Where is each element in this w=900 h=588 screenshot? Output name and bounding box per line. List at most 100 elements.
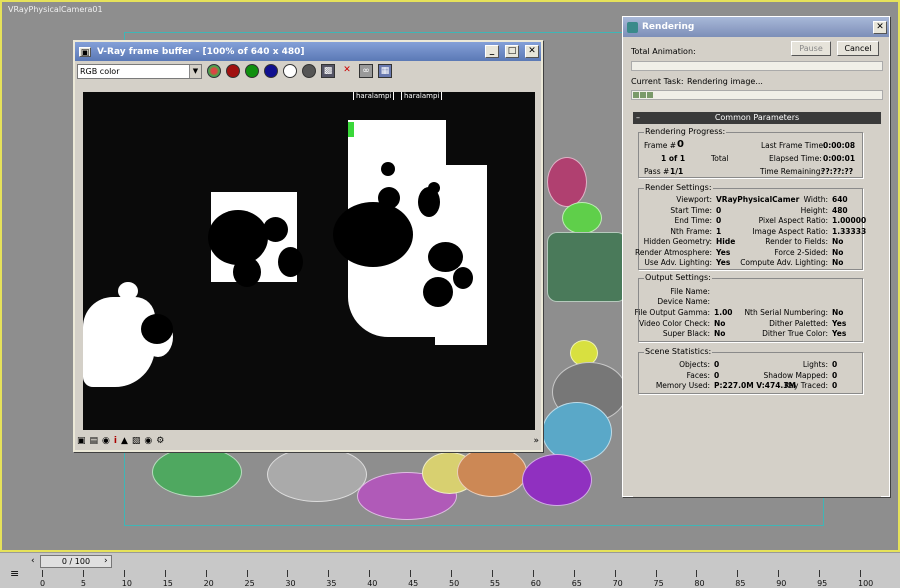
setting-label: Render Atmosphere:: [634, 247, 712, 257]
frame-tick-mark: [205, 570, 207, 577]
frame-tick-mark: [82, 570, 84, 577]
minimize-icon[interactable]: _: [485, 45, 499, 58]
setting-value: 0: [832, 360, 838, 369]
setting-label: Use Adv. Lighting:: [644, 258, 712, 267]
collapse-icon[interactable]: –: [636, 112, 640, 124]
duplicate-icon[interactable]: ∞: [359, 64, 373, 78]
alpha-channel-icon[interactable]: [283, 64, 297, 78]
setting-label: Height:: [800, 205, 828, 215]
common-parameters-header[interactable]: – Common Parameters: [633, 112, 881, 124]
prev-frame-icon[interactable]: ‹: [31, 556, 35, 566]
setting-value: No: [714, 318, 726, 328]
last-frame-time-value: 0:00:08: [823, 141, 856, 150]
vfb-bottom-toolbar: ▣ ▤ ◉ i ▲ ▧ ◉ ⚙ »: [77, 434, 539, 448]
save-icon[interactable]: ▩: [321, 64, 335, 78]
render-canvas[interactable]: haralampi haralampi: [83, 92, 535, 430]
frame-tick-label: 25: [244, 579, 255, 588]
setting-label: Image Aspect Ratio:: [752, 226, 828, 236]
render-occlusion: [381, 162, 395, 176]
scene-statistics-group: Scene Statistics: Objects: 0 Faces: 0 Memory…: [638, 347, 863, 394]
setting-label: Start Time:: [670, 205, 712, 215]
pause-button[interactable]: Pause: [791, 41, 831, 56]
setting-label: Objects:: [679, 360, 710, 369]
rendering-titlebar[interactable]: Rendering ✕: [623, 17, 889, 37]
frame-value: 0: [677, 139, 684, 150]
frame-tick-mark: [369, 570, 371, 577]
rgb-channel-icon[interactable]: [207, 64, 221, 78]
vfb-titlebar[interactable]: ▣ V-Ray frame buffer - [100% of 640 x 48…: [75, 42, 541, 61]
info-icon[interactable]: i: [114, 436, 117, 446]
frame-tick-label: 45: [408, 579, 419, 588]
vfb-title: V-Ray frame buffer - [100% of 640 x 480]: [97, 46, 305, 57]
stereo-icon[interactable]: ◉: [144, 436, 152, 446]
time-remaining-label: Time Remaining:: [760, 167, 824, 176]
time-remaining-value: ??:??:??: [821, 167, 854, 176]
teapot-wireframe: [457, 447, 527, 497]
setting-value: 0: [716, 205, 722, 215]
total-label: Total: [711, 154, 729, 163]
close-icon[interactable]: ✕: [525, 45, 539, 58]
frame-ruler[interactable]: 0 5 10 15 20 25 30 35 40 45 50 55 60 65 70 75 80 85 90 95 10…: [40, 570, 873, 588]
channel-select[interactable]: RGB color ▼: [77, 63, 202, 79]
setting-label: Ray Traced:: [784, 381, 828, 390]
time-slider[interactable]: 0 / 100: [40, 555, 112, 568]
key-mode-icon[interactable]: ≡: [10, 567, 19, 580]
viewport-label[interactable]: VRayPhysicalCamera01: [8, 5, 103, 14]
lens-effects-icon[interactable]: ▲: [121, 436, 128, 446]
render-history-icon[interactable]: ▤: [90, 436, 99, 446]
frame-tick-mark: [328, 570, 330, 577]
setting-label: Faces:: [686, 370, 710, 380]
vray-frame-buffer-window[interactable]: ▣ V-Ray frame buffer - [100% of 640 x 48…: [73, 40, 543, 452]
green-channel-icon[interactable]: [245, 64, 259, 78]
levels-icon[interactable]: ▧: [132, 436, 141, 446]
file-name-label: File Name:: [670, 287, 710, 296]
cancel-button[interactable]: Cancel: [837, 41, 879, 56]
frame-tick-mark: [532, 570, 534, 577]
setting-value: 1: [716, 226, 722, 236]
teapot-wireframe: [547, 157, 587, 207]
teapot-wireframe: [522, 454, 592, 506]
frame-tick-label: 80: [694, 579, 705, 588]
chevron-down-icon[interactable]: ▼: [189, 64, 201, 78]
frame-tick-label: 50: [449, 579, 460, 588]
frame-tick-mark: [819, 570, 821, 577]
settings-icon[interactable]: ⚙: [156, 436, 164, 446]
frame-tick-mark: [860, 570, 861, 577]
render-occlusion: [333, 202, 413, 267]
color-corrections-icon[interactable]: ◉: [102, 436, 110, 446]
render-occlusion: [453, 267, 473, 289]
red-channel-icon[interactable]: [226, 64, 240, 78]
frame-tick-label: 60: [530, 579, 541, 588]
setting-value: 480: [832, 205, 848, 215]
frame-tick-mark: [410, 570, 412, 577]
timeline[interactable]: ≡ 0 / 100 ‹ › 0 5 10 15 20 25 30 35 40 45 50 55 60 65…: [0, 552, 900, 588]
clear-icon[interactable]: ✕: [340, 64, 354, 78]
elapsed-time-label: Elapsed Time:: [769, 154, 822, 163]
region-render-icon[interactable]: ▦: [378, 64, 392, 78]
setting-value: 0: [716, 216, 722, 225]
frame-tick-mark: [164, 570, 166, 577]
frame-of-value: 1 of 1: [661, 154, 686, 163]
setting-label: Nth Serial Numbering:: [744, 308, 828, 317]
frame-tick-mark: [451, 570, 452, 577]
teapot-wireframe: [562, 202, 602, 234]
display-icon[interactable]: ▣: [77, 436, 86, 446]
setting-value: 0: [832, 381, 838, 390]
close-icon[interactable]: ✕: [873, 20, 887, 34]
frame-tick-label: 70: [612, 579, 623, 588]
frame-tick-label: 5: [80, 579, 86, 588]
setting-label: File Output Gamma:: [634, 308, 710, 317]
setting-value: No: [832, 308, 844, 317]
maximize-icon[interactable]: □: [505, 45, 519, 58]
teapot-wireframe: [547, 232, 627, 302]
common-parameters-panel: – Common Parameters Rendering Progress: …: [633, 112, 881, 497]
expand-icon[interactable]: »: [533, 436, 539, 446]
blue-channel-icon[interactable]: [264, 64, 278, 78]
frame-tick-label: 40: [367, 579, 378, 588]
mono-channel-icon[interactable]: [302, 64, 316, 78]
rendering-dialog[interactable]: Rendering ✕ Total Animation: Pause Cance…: [622, 16, 890, 497]
rendering-title: Rendering: [642, 22, 695, 32]
output-settings-group: Output Settings: File Name: Device Name:…: [634, 273, 863, 342]
next-frame-icon[interactable]: ›: [104, 556, 108, 566]
setting-value: No: [714, 329, 726, 338]
